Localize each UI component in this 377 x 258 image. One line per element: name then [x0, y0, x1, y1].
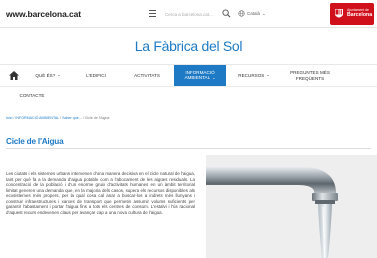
chevron-down-icon: ⌄	[262, 10, 266, 16]
nav-item-activitats[interactable]: ACTIVITATS	[126, 65, 168, 86]
breadcrumb-separator: /	[60, 116, 62, 120]
breadcrumb-separator: /	[82, 116, 84, 120]
site-title[interactable]: La Fàbrica del Sol	[0, 38, 377, 54]
page-title: Cicle de l'Aigua	[6, 137, 64, 146]
breadcrumb-home[interactable]: Inici	[6, 116, 12, 120]
hamburger-icon[interactable]	[149, 10, 156, 17]
nav-item-edifici[interactable]: L'EDIFICI	[76, 65, 116, 86]
nav-row-secondary: CONTACTE	[0, 86, 377, 104]
chevron-down-icon: ⌄	[266, 72, 270, 78]
language-selector[interactable]: Català ⌄	[238, 10, 266, 17]
nav-item-label: L'EDIFICI	[86, 72, 106, 78]
globe-icon	[238, 10, 245, 17]
logo-line2: Barcelona	[347, 12, 373, 18]
nav-item-preguntes[interactable]: PREGUNTES MÉS FREQÜENTS	[283, 65, 337, 86]
nav-row-primary: QUÈ ÉS? ⌄ L'EDIFICI ACTIVITATS INFORMACIÓ…	[0, 65, 377, 86]
barcelona-seal-icon	[335, 9, 343, 18]
nav-item-label-line2: AMBIENTAL	[184, 75, 211, 81]
chevron-down-icon: ⌄	[212, 75, 216, 81]
nav-item-label: CONTACTE	[19, 93, 45, 99]
breadcrumb-saber-que[interactable]: Saber que...	[62, 116, 82, 120]
nav-item-que-es[interactable]: QUÈ ÉS? ⌄	[26, 65, 70, 86]
main-nav: QUÈ ÉS? ⌄ L'EDIFICI ACTIVITATS INFORMACIÓ…	[0, 64, 377, 104]
divider	[6, 148, 371, 149]
search-input[interactable]	[165, 10, 219, 19]
breadcrumb: Inici / INFORMACIÓ AMBIENTAL / Saber que…	[6, 116, 109, 120]
body-paragraph: Les ciutats i els sistemes urbans interv…	[6, 171, 195, 215]
tap-illustration	[206, 155, 377, 258]
nav-item-label: QUÈ ÉS?	[35, 72, 56, 78]
nav-item-recursos[interactable]: RECURSOS ⌄	[232, 65, 276, 86]
nav-item-label: RECURSOS	[238, 72, 265, 78]
home-icon[interactable]	[9, 71, 19, 80]
site-link[interactable]: www.barcelona.cat	[6, 9, 81, 19]
ajuntament-logo[interactable]: Ajuntament de Barcelona	[330, 3, 374, 25]
top-bar: www.barcelona.cat Català ⌄ Ajuntament de…	[0, 0, 377, 28]
chevron-down-icon: ⌄	[57, 72, 61, 78]
nav-item-contacte[interactable]: CONTACTE	[14, 87, 50, 105]
nav-item-label-line2: FREQÜENTS	[295, 75, 325, 81]
nav-item-informacio-ambiental[interactable]: INFORMACIÓ AMBIENTAL ⌄	[174, 65, 226, 86]
water-tap-photo	[206, 155, 377, 258]
breadcrumb-informacio-ambiental[interactable]: INFORMACIÓ AMBIENTAL	[15, 116, 59, 120]
search-icon[interactable]	[222, 9, 231, 18]
nav-item-label: ACTIVITATS	[134, 72, 160, 78]
language-label: Català	[247, 11, 261, 16]
breadcrumb-current: Cicle de l'Aigua	[84, 116, 110, 120]
